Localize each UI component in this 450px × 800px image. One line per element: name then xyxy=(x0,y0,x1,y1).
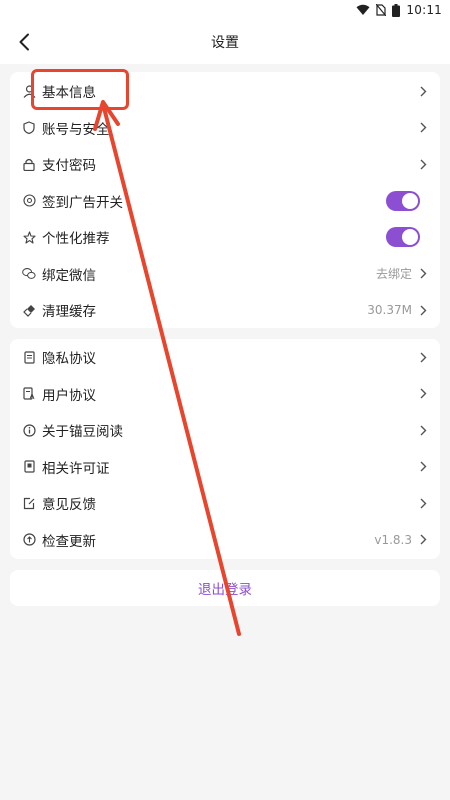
chevron-right-icon xyxy=(418,388,428,400)
no-sim-icon xyxy=(376,4,387,16)
row-basic-info[interactable]: 基本信息 xyxy=(10,73,440,110)
row-clear-cache[interactable]: 清理缓存 30.37M xyxy=(10,292,440,329)
shield-icon xyxy=(22,121,36,135)
update-icon xyxy=(22,533,36,547)
user-icon xyxy=(22,84,36,98)
row-label: 签到广告开关 xyxy=(42,194,123,211)
row-label: 绑定微信 xyxy=(42,267,96,284)
chevron-right-icon xyxy=(418,534,428,546)
chevron-right-icon xyxy=(418,158,428,170)
row-user-agreement[interactable]: 用户协议 xyxy=(10,376,440,413)
chevron-right-icon xyxy=(418,304,428,316)
edit-icon xyxy=(22,496,36,510)
row-label: 用户协议 xyxy=(42,387,96,404)
status-bar: 10:11 xyxy=(0,0,450,20)
status-time: 10:11 xyxy=(406,3,442,17)
row-label: 支付密码 xyxy=(42,158,96,175)
star-icon xyxy=(22,230,36,244)
logout-button[interactable]: 退出登录 xyxy=(10,570,440,606)
row-personalized-recommend: 个性化推荐 xyxy=(10,219,440,256)
wechat-icon xyxy=(22,267,36,281)
wifi-icon xyxy=(356,4,370,15)
row-about[interactable]: 关于锚豆阅读 xyxy=(10,412,440,449)
ad-switch-toggle[interactable] xyxy=(386,190,420,211)
row-label: 清理缓存 xyxy=(42,304,96,321)
lock-icon xyxy=(22,157,36,171)
chevron-right-icon xyxy=(418,351,428,363)
toggle-knob xyxy=(402,192,418,209)
row-check-update[interactable]: 检查更新 v1.8.3 xyxy=(10,522,440,559)
document-icon xyxy=(22,350,36,364)
row-bind-wechat[interactable]: 绑定微信 去绑定 xyxy=(10,256,440,293)
row-payment-password[interactable]: 支付密码 xyxy=(10,146,440,183)
row-label: 账号与安全 xyxy=(42,121,110,138)
row-account-security[interactable]: 账号与安全 xyxy=(10,110,440,147)
battery-icon xyxy=(392,3,401,17)
row-label: 检查更新 xyxy=(42,533,96,550)
broom-icon xyxy=(22,303,36,317)
row-privacy-policy[interactable]: 隐私协议 xyxy=(10,339,440,376)
status-icons: 10:11 xyxy=(356,2,442,18)
row-label: 隐私协议 xyxy=(42,351,96,368)
row-value: 去绑定 xyxy=(375,267,412,282)
row-value: v1.8.3 xyxy=(374,532,412,547)
row-label: 关于锚豆阅读 xyxy=(42,424,123,441)
ad-icon xyxy=(22,194,36,208)
info-icon xyxy=(22,423,36,437)
chevron-right-icon xyxy=(418,461,428,473)
row-label: 相关许可证 xyxy=(42,460,110,477)
row-signin-ad-switch: 签到广告开关 xyxy=(10,183,440,220)
chevron-right-icon xyxy=(418,424,428,436)
row-label: 意见反馈 xyxy=(42,497,96,514)
license-icon xyxy=(22,460,36,474)
chevron-right-icon xyxy=(418,497,428,509)
chevron-right-icon xyxy=(418,85,428,97)
row-label: 个性化推荐 xyxy=(42,231,110,248)
row-licenses[interactable]: 相关许可证 xyxy=(10,449,440,486)
chevron-right-icon xyxy=(418,268,428,280)
document-a-icon xyxy=(22,387,36,401)
toggle-knob xyxy=(402,229,418,246)
chevron-right-icon xyxy=(418,122,428,134)
page-title: 设置 xyxy=(211,35,239,51)
header-bar: 设置 xyxy=(0,20,450,64)
settings-card-about: 隐私协议 用户协议 关于锚豆阅读 相关许可证 意见反馈 检查更新 v1.8.3 xyxy=(10,339,440,559)
recommend-toggle[interactable] xyxy=(386,227,420,248)
row-label: 基本信息 xyxy=(42,85,96,102)
row-value: 30.37M xyxy=(367,303,412,318)
row-feedback[interactable]: 意见反馈 xyxy=(10,485,440,522)
settings-card-account: 基本信息 账号与安全 支付密码 签到广告开关 个性化推荐 绑定微信 去绑定 清理… xyxy=(10,72,440,328)
